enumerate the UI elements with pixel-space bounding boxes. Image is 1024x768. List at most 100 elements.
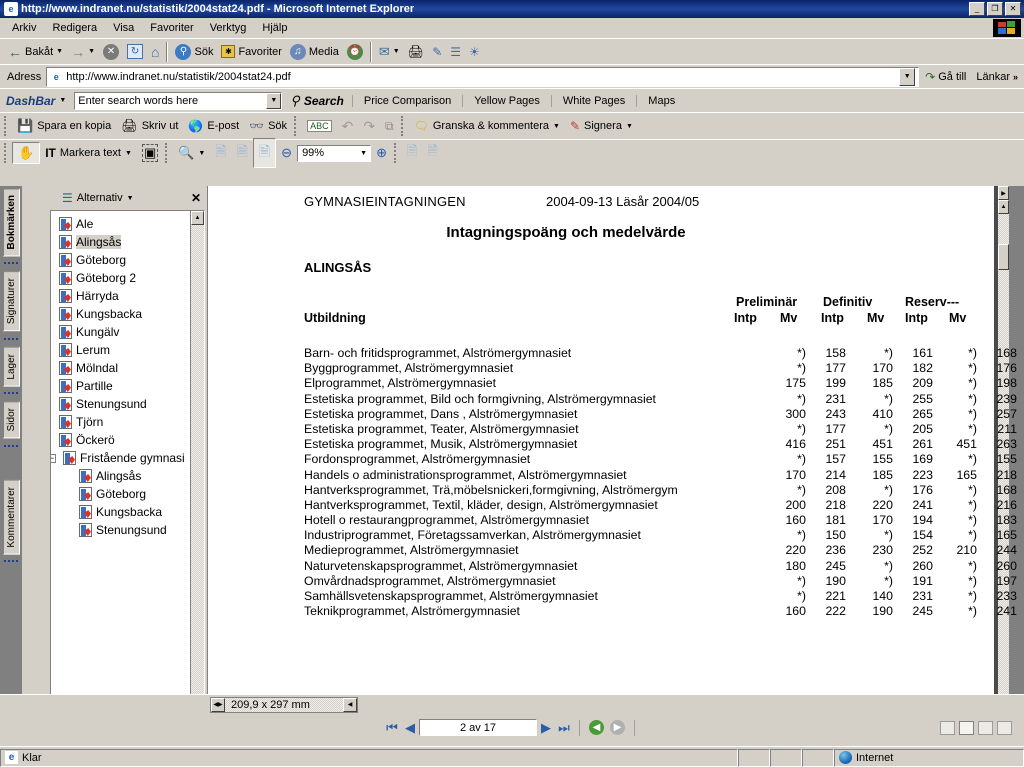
toolbar-grip[interactable] [4, 116, 8, 136]
scroll-right-button[interactable]: ◀ [343, 697, 357, 712]
bookmark-item[interactable]: Kungsbacka [51, 503, 190, 521]
sidebar-tab-sidor[interactable]: Sidor [2, 401, 20, 439]
search-button[interactable]: 👓 Sök [244, 117, 292, 135]
media-button[interactable]: ♫ Media [286, 42, 343, 62]
minimize-button[interactable]: _ [969, 2, 985, 16]
menu-item-favoriter[interactable]: Favoriter [142, 20, 201, 36]
copy-button[interactable]: ⧉ [380, 117, 399, 136]
actual-size-button[interactable]: 🗎 [210, 139, 231, 167]
favorites-button[interactable]: ✱ Favoriter [217, 43, 285, 60]
print-button[interactable]: 🖨 Skriv ut [116, 116, 183, 136]
pdf-page[interactable]: GYMNASIEINTAGNINGEN 2004-09-13 Läsår 200… [208, 186, 1017, 714]
snapshot-button[interactable]: ▣ [137, 142, 163, 164]
facing-mode-button[interactable] [978, 720, 993, 735]
scroll-right-button[interactable]: ▶ [998, 186, 1009, 200]
menu-item-verktyg[interactable]: Verktyg [202, 20, 255, 36]
security-zone-cell[interactable]: Internet [834, 748, 1024, 767]
continuous-mode-button[interactable] [959, 720, 974, 735]
menu-item-visa[interactable]: Visa [105, 20, 142, 36]
undo-button[interactable]: ↶ [337, 116, 359, 137]
fit-width-button[interactable]: 🗎 [252, 138, 277, 168]
redo-button[interactable]: ↷ [358, 116, 380, 137]
tab-grip[interactable] [4, 262, 18, 267]
email-button[interactable]: 🌎 E-post [183, 117, 244, 135]
scroll-left-button[interactable]: ◀▶ [211, 697, 225, 712]
address-input[interactable]: e http://www.indranet.nu/statistik/2004s… [46, 66, 920, 87]
toolbar-grip[interactable] [4, 143, 8, 163]
dashbar-link-maps[interactable]: Maps [636, 94, 686, 107]
chevron-down-icon[interactable]: ▼ [56, 48, 63, 55]
scroll-thumb[interactable] [998, 244, 1009, 270]
home-button[interactable]: ⌂ [147, 42, 163, 62]
prev-view-button[interactable]: 🗎 [402, 140, 422, 166]
sidebar-tab-signaturer[interactable]: Signaturer [2, 271, 20, 332]
first-page-button[interactable]: ⏮ [383, 720, 401, 736]
bookmark-item[interactable]: − Fristående gymnasi [51, 449, 190, 467]
menu-item-arkiv[interactable]: Arkiv [4, 20, 44, 36]
zoom-in-button[interactable]: ⊕ [371, 143, 392, 163]
bookmark-item[interactable]: Stenungsund [51, 395, 190, 413]
bookmark-item[interactable]: Öckerö [51, 431, 190, 449]
mail-button[interactable]: ✉ ▼ [375, 42, 404, 62]
chevron-down-icon[interactable]: ▼ [357, 145, 370, 162]
hand-tool-button[interactable]: ✋ [12, 142, 41, 164]
history-button[interactable]: ⏰ [343, 42, 367, 62]
page-number-input[interactable]: 2 av 17 [419, 719, 537, 736]
bookmark-item[interactable]: Göteborg [51, 485, 190, 503]
scroll-track[interactable] [191, 225, 204, 697]
next-view-button[interactable]: 🗎 [422, 140, 442, 166]
tree-collapse-icon[interactable]: − [51, 453, 56, 463]
next-view-button[interactable]: ▶ [610, 720, 625, 735]
chevron-down-icon[interactable]: ▼ [266, 92, 282, 109]
chevron-down-icon[interactable]: ▼ [393, 48, 400, 55]
dashbar-link-yellow-pages[interactable]: Yellow Pages [462, 94, 551, 107]
close-icon[interactable]: ✕ [191, 191, 201, 205]
zoom-tool-button[interactable]: 🔍 ▼ [173, 143, 210, 163]
toolbar-grip[interactable] [294, 116, 298, 136]
scroll-up-button[interactable]: ▲ [998, 200, 1009, 214]
sidebar-tab-lager[interactable]: Lager [2, 346, 20, 387]
tab-grip[interactable] [4, 560, 18, 565]
select-text-button[interactable]: I​T Markera text ▼ [40, 144, 137, 162]
zoom-level-input[interactable]: 99% ▼ [297, 144, 372, 162]
stop-button[interactable]: ✕ [99, 42, 123, 62]
sidebar-tab-bokmarken[interactable]: Bokmärken [2, 188, 20, 257]
bookmark-item[interactable]: Göteborg [51, 251, 190, 269]
toolbar-grip[interactable] [165, 143, 169, 163]
spellcheck-button[interactable]: ABC [302, 118, 337, 134]
bookmark-item[interactable]: Härryda [51, 287, 190, 305]
horizontal-scrollbar[interactable]: ◀▶ 209,9 x 297 mm ◀ [210, 696, 358, 713]
save-copy-button[interactable]: 💾 Spara en kopia [12, 116, 116, 136]
bookmark-item[interactable]: Lerum [51, 341, 190, 359]
chevron-down-icon[interactable]: ▼ [88, 48, 95, 55]
close-button[interactable]: ✕ [1005, 2, 1021, 16]
menu-item-hjalp[interactable]: Hjälp [254, 20, 295, 36]
chevron-down-icon[interactable]: ▼ [125, 150, 132, 157]
toolbar-grip[interactable] [393, 143, 398, 163]
bookmark-item[interactable]: Alingsås [51, 467, 190, 485]
next-page-button[interactable]: ▶ [537, 720, 555, 736]
options-label[interactable]: Alternativ [77, 192, 123, 204]
search-button[interactable]: ⚲ Sök [171, 42, 217, 62]
messenger-button[interactable]: ☀ [465, 43, 484, 61]
bookmark-item[interactable]: Göteborg 2 [51, 269, 190, 287]
chevron-down-icon[interactable]: ▼ [553, 123, 560, 130]
tab-grip[interactable] [4, 392, 18, 397]
chevron-down-icon[interactable]: ▼ [899, 67, 916, 86]
chevron-down-icon[interactable]: ▼ [198, 150, 205, 157]
review-comment-button[interactable]: 🗨 Granska & kommentera ▼ [409, 117, 565, 135]
toolbar-grip[interactable] [400, 116, 405, 136]
bookmark-item[interactable]: Ale [51, 215, 190, 233]
maximize-button[interactable]: ❐ [987, 2, 1003, 16]
bookmark-scrollbar[interactable]: ▲ ▼ [190, 211, 204, 711]
edit-button[interactable]: ✎ [428, 43, 446, 61]
chevron-right-icon[interactable]: » [1013, 72, 1018, 82]
tab-grip[interactable] [4, 444, 18, 450]
bookmark-item[interactable]: Alingsås [51, 233, 190, 251]
bookmark-item[interactable]: Tjörn [51, 413, 190, 431]
chevron-down-icon[interactable]: ▼ [626, 123, 633, 130]
zoom-out-button[interactable]: ⊖ [276, 143, 297, 163]
previous-view-button[interactable]: ◀ [589, 720, 604, 735]
bookmark-item[interactable]: Partille [51, 377, 190, 395]
continuous-facing-mode-button[interactable] [997, 720, 1012, 735]
